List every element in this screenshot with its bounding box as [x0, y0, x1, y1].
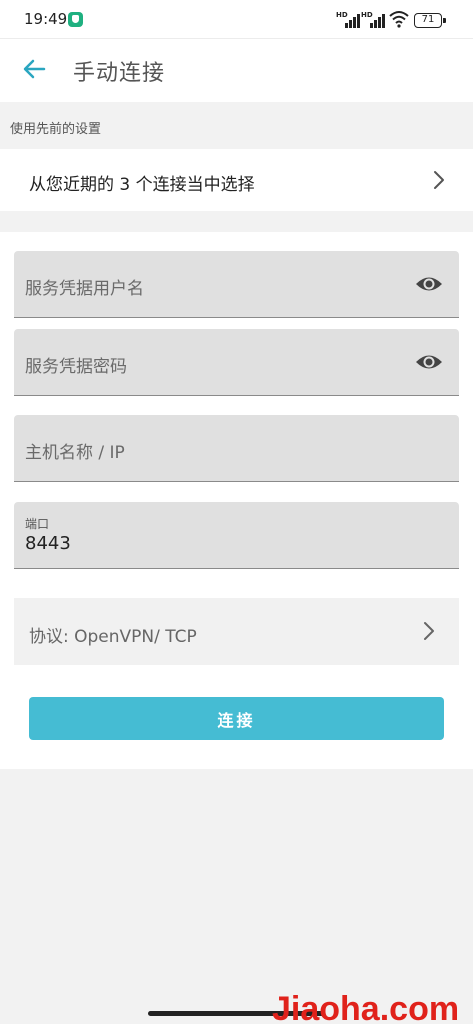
- password-placeholder: 服务凭据密码: [25, 357, 127, 377]
- hostname-field[interactable]: 主机名称 / IP: [14, 415, 459, 482]
- recent-connections-label: 从您近期的 3 个连接当中选择: [29, 175, 255, 195]
- battery-level: 71: [421, 14, 435, 25]
- status-bar: 19:49 HD HD 71: [0, 0, 473, 38]
- app-bar: 手动连接: [0, 38, 473, 102]
- shield-app-icon: [68, 12, 83, 27]
- cell-signal-icon: HD: [361, 11, 385, 28]
- signal-hd-label: HD: [361, 11, 373, 19]
- username-placeholder: 服务凭据用户名: [25, 279, 144, 299]
- port-field[interactable]: 端口 8443: [14, 502, 459, 569]
- watermark: Jiaoha.com: [272, 990, 460, 1024]
- page-title: 手动连接: [73, 61, 166, 86]
- connect-button[interactable]: 连接: [29, 697, 444, 740]
- hostname-placeholder: 主机名称 / IP: [25, 443, 125, 463]
- section-label-previous-settings: 使用先前的设置: [10, 122, 102, 137]
- protocol-label: 协议: OpenVPN/ TCP: [29, 627, 197, 647]
- eye-icon[interactable]: [415, 349, 443, 375]
- wifi-icon: [389, 11, 409, 28]
- port-value: 8443: [25, 533, 71, 554]
- connection-form: 服务凭据用户名 服务凭据密码 主机名称 / IP 端口 8443 协议: Ope…: [0, 232, 473, 769]
- signal-hd-label: HD: [336, 11, 348, 19]
- password-field[interactable]: 服务凭据密码: [14, 329, 459, 396]
- battery-icon: 71: [414, 13, 446, 28]
- recent-connections-row[interactable]: 从您近期的 3 个连接当中选择: [0, 149, 473, 211]
- eye-icon[interactable]: [415, 271, 443, 297]
- chevron-right-icon: [434, 171, 444, 189]
- chevron-right-icon: [424, 622, 434, 640]
- cell-signal-icon: HD: [336, 11, 360, 28]
- port-label: 端口: [25, 517, 50, 531]
- arrow-left-icon[interactable]: [20, 55, 48, 83]
- status-time: 19:49: [24, 10, 68, 28]
- protocol-selector[interactable]: 协议: OpenVPN/ TCP: [14, 598, 459, 665]
- username-field[interactable]: 服务凭据用户名: [14, 251, 459, 318]
